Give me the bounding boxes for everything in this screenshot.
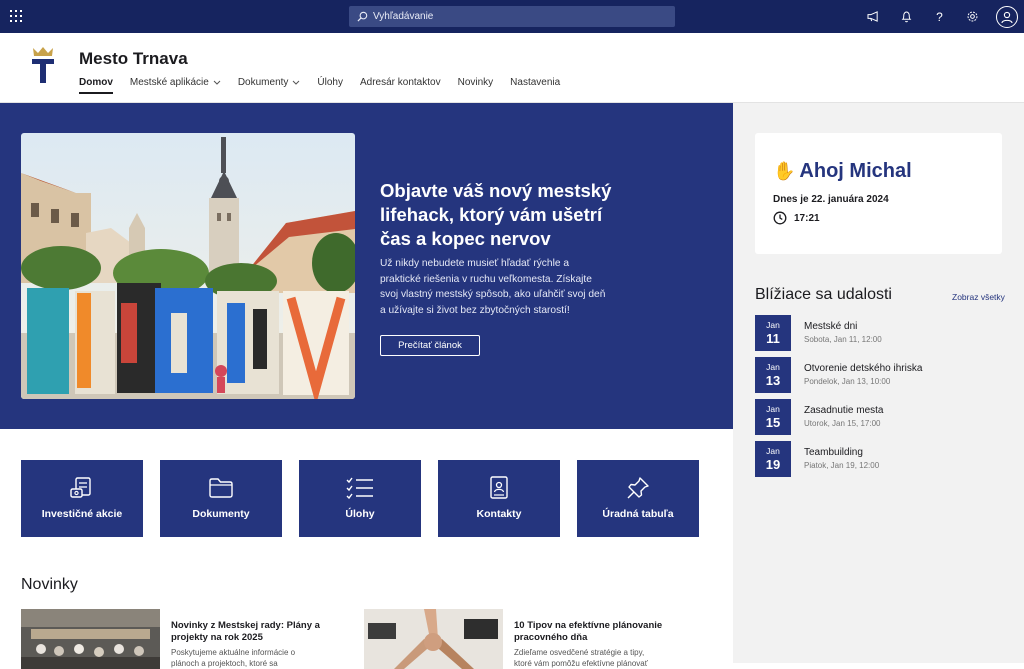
tile-label: Dokumenty — [192, 508, 250, 520]
news-heading[interactable]: Novinky z Mestskej rady: Plány a projekt… — [171, 620, 321, 644]
event-name: Zasadnutie mesta — [804, 405, 884, 416]
event-item[interactable]: Jan 19 Teambuilding Piatok, Jan 19, 12:00 — [755, 441, 995, 477]
event-meta: Utorok, Jan 15, 17:00 — [804, 419, 881, 428]
event-date-badge: Jan 15 — [755, 399, 791, 435]
event-item[interactable]: Jan 11 Mestské dni Sobota, Jan 11, 12:00 — [755, 315, 995, 351]
tile-label: Kontakty — [476, 508, 522, 520]
nav-item-nastavenia[interactable]: Nastavenia — [510, 74, 560, 90]
search-box[interactable]: Vyhľadávanie — [349, 6, 675, 27]
tile-label: Investičné akcie — [41, 508, 123, 520]
help-icon[interactable]: ? — [930, 7, 949, 26]
news-heading[interactable]: 10 Tipov na efektívne plánovanie pracovn… — [514, 620, 664, 644]
folder-icon — [208, 476, 234, 500]
nav-item-novinky[interactable]: Novinky — [458, 74, 494, 90]
event-meta: Sobota, Jan 11, 12:00 — [804, 335, 882, 344]
nav-item-ulohy[interactable]: Úlohy — [317, 74, 343, 90]
event-item[interactable]: Jan 13 Otvorenie detského ihriska Pondelo… — [755, 357, 995, 393]
tile-ulohy[interactable]: Úlohy — [299, 460, 421, 537]
top-navigation: Domov Mestské aplikácie Dokumenty Úlohy … — [79, 74, 560, 94]
hero-image[interactable] — [21, 133, 355, 399]
event-meta: Pondelok, Jan 13, 10:00 — [804, 377, 891, 386]
hero-description: Už nikdy nebudete musieť hľadať rýchle a… — [380, 258, 606, 316]
tile-kontakty[interactable]: Kontakty — [438, 460, 560, 537]
nav-item-adresar-kontaktov[interactable]: Adresár kontaktov — [360, 74, 441, 90]
right-sidebar: ✋ Ahoj Michal Dnes je 22. januára 2024 1… — [733, 103, 1024, 663]
news-section-title: Novinky — [21, 576, 78, 593]
news-item[interactable]: Novinky z Mestskej rady: Plány a projekt… — [21, 609, 331, 669]
greeting-title: ✋ Ahoj Michal — [773, 160, 912, 182]
pin-icon — [626, 476, 650, 500]
search-icon — [357, 11, 368, 22]
tile-uradna-tabula[interactable]: Úradná tabuľa — [577, 460, 699, 537]
news-excerpt: Poskytujeme aktuálne informácie o plánoc… — [171, 648, 296, 668]
site-logo[interactable] — [29, 45, 57, 87]
search-placeholder: Vyhľadávanie — [373, 11, 434, 22]
hero-title: Objavte váš nový mestský lifehack, ktorý… — [380, 180, 612, 249]
tile-label: Úlohy — [345, 508, 375, 520]
gear-icon[interactable] — [963, 7, 982, 26]
news-item[interactable]: 10 Tipov na efektívne plánovanie pracovn… — [364, 609, 674, 669]
contact-book-icon — [489, 476, 509, 500]
news-thumbnail[interactable] — [364, 609, 503, 669]
bell-icon[interactable] — [897, 7, 916, 26]
waving-hand-icon: ✋ — [773, 161, 796, 181]
account-icon[interactable] — [996, 5, 1018, 28]
event-date-badge: Jan 11 — [755, 315, 791, 351]
megaphone-icon[interactable] — [864, 7, 883, 26]
checklist-icon — [346, 476, 374, 500]
chevron-down-icon — [213, 80, 221, 85]
nav-item-mestske-aplikacie[interactable]: Mestské aplikácie — [130, 74, 221, 90]
nav-item-dokumenty[interactable]: Dokumenty — [238, 74, 301, 90]
tile-label: Úradná tabuľa — [602, 508, 674, 520]
hero-banner: Objavte váš nový mestský lifehack, ktorý… — [0, 103, 733, 429]
event-date-badge: Jan 13 — [755, 357, 791, 393]
event-meta: Piatok, Jan 19, 12:00 — [804, 461, 880, 470]
tile-dokumenty[interactable]: Dokumenty — [160, 460, 282, 537]
chevron-down-icon — [293, 80, 300, 85]
greeting-time: 17:21 — [773, 211, 820, 225]
news-excerpt: Zdieľame osvedčené stratégie a tipy, kto… — [514, 648, 648, 668]
site-title[interactable]: Mesto Trnava — [79, 49, 188, 69]
tile-investicne-akcie[interactable]: Investičné akcie — [21, 460, 143, 537]
news-thumbnail[interactable] — [21, 609, 160, 669]
read-article-button[interactable]: Prečítať článok — [380, 335, 480, 356]
event-item[interactable]: Jan 15 Zasadnutie mesta Utorok, Jan 15, 1… — [755, 399, 995, 435]
greeting-card: ✋ Ahoj Michal Dnes je 22. januára 2024 1… — [755, 133, 1002, 254]
event-name: Teambuilding — [804, 447, 863, 458]
nav-item-domov[interactable]: Domov — [79, 74, 113, 94]
site-header: Mesto Trnava Domov Mestské aplikácie Dok… — [0, 33, 1024, 103]
event-date-badge: Jan 19 — [755, 441, 791, 477]
greeting-date: Dnes je 22. januára 2024 — [773, 194, 889, 205]
event-name: Otvorenie detského ihriska — [804, 363, 923, 374]
suite-bar: Vyhľadávanie ? — [0, 0, 1024, 33]
clock-icon — [773, 211, 787, 225]
invoice-icon — [69, 476, 95, 500]
events-title: Blížiace sa udalosti — [755, 286, 892, 303]
quick-links: Investičné akcie Dokumenty Úlohy Kontakt… — [21, 460, 699, 537]
view-all-events-link[interactable]: Zobraz všetky — [952, 292, 1005, 302]
event-name: Mestské dni — [804, 321, 858, 332]
app-launcher-icon[interactable] — [10, 10, 22, 22]
